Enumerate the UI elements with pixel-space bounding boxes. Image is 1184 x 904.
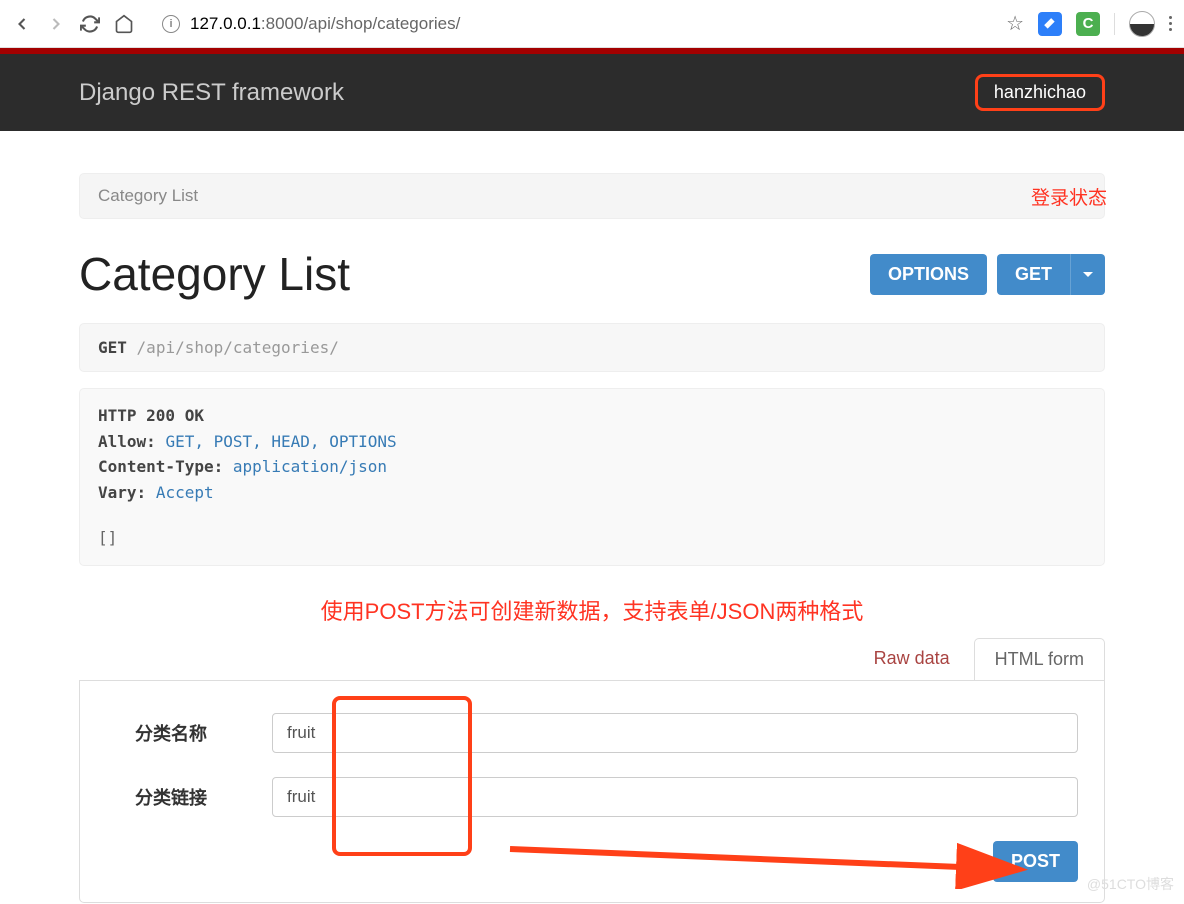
field-label-name: 分类名称 [106, 720, 236, 746]
reload-button[interactable] [80, 14, 100, 34]
site-info-icon[interactable]: i [162, 15, 180, 33]
page-title: Category List [79, 247, 350, 301]
field-input-link[interactable] [272, 777, 1078, 817]
header-ctype-value: application/json [233, 457, 387, 476]
post-submit-button[interactable]: POST [993, 841, 1078, 882]
options-button[interactable]: OPTIONS [870, 254, 987, 295]
response-status: HTTP 200 OK [98, 403, 1086, 429]
extension-icon-2[interactable]: C [1076, 12, 1100, 36]
request-path: /api/shop/categories/ [137, 338, 339, 357]
breadcrumb: Category List [79, 173, 1105, 219]
header-allow-value: GET, POST, HEAD, OPTIONS [165, 432, 396, 451]
username-display[interactable]: hanzhichao [975, 74, 1105, 111]
get-button[interactable]: GET [997, 254, 1070, 295]
get-dropdown-toggle[interactable] [1070, 254, 1105, 295]
bookmark-star-icon[interactable]: ☆ [1006, 11, 1024, 36]
extension-icon-1[interactable] [1038, 12, 1062, 36]
back-button[interactable] [12, 14, 32, 34]
header-ctype-key: Content-Type: [98, 457, 223, 476]
forward-button[interactable] [46, 14, 66, 34]
request-method: GET [98, 338, 127, 357]
chevron-down-icon [1083, 272, 1093, 277]
app-header: Django REST framework hanzhichao [0, 54, 1184, 131]
field-input-name[interactable] [272, 713, 1078, 753]
watermark: @51CTO博客 [1087, 874, 1174, 894]
header-vary-key: Vary: [98, 483, 146, 502]
browser-toolbar: i 127.0.0.1:8000/api/shop/categories/ ☆ … [0, 0, 1184, 48]
url-text: 127.0.0.1:8000/api/shop/categories/ [190, 14, 460, 34]
separator [1114, 13, 1115, 35]
annotation-post-hint: 使用POST方法可创建新数据，支持表单/JSON两种格式 [79, 594, 1105, 626]
home-button[interactable] [114, 14, 134, 34]
header-allow-key: Allow: [98, 432, 156, 451]
address-bar[interactable]: i 127.0.0.1:8000/api/shop/categories/ [150, 8, 990, 40]
field-label-link: 分类链接 [106, 784, 236, 810]
form-tabs: Raw data HTML form [79, 638, 1105, 680]
breadcrumb-link[interactable]: Category List [98, 186, 198, 205]
browser-menu-icon[interactable] [1169, 16, 1172, 31]
response-box: HTTP 200 OK Allow: GET, POST, HEAD, OPTI… [79, 388, 1105, 566]
annotation-login-status: 登录状态 [1031, 183, 1107, 210]
profile-avatar[interactable] [1129, 11, 1155, 37]
tab-html-form[interactable]: HTML form [974, 638, 1105, 680]
tab-raw-data[interactable]: Raw data [854, 638, 970, 680]
request-box: GET /api/shop/categories/ [79, 323, 1105, 372]
response-body: [] [98, 525, 1086, 551]
form-panel: 分类名称 分类链接 POST [79, 680, 1105, 903]
header-vary-value: Accept [156, 483, 214, 502]
brand-title[interactable]: Django REST framework [79, 79, 344, 107]
